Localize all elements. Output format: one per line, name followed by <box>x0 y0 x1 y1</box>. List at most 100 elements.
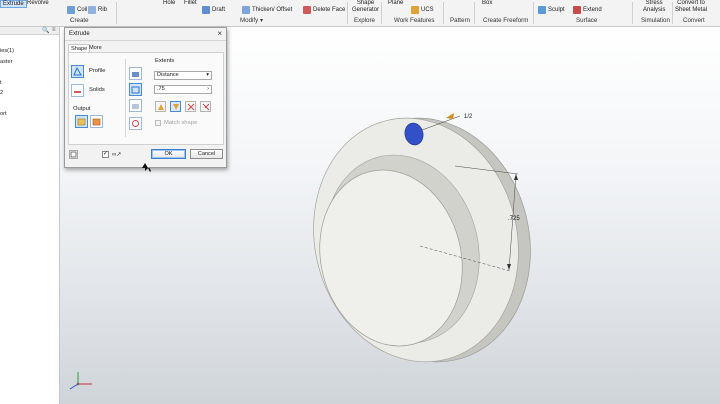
shape-generator-label-1: Shape <box>356 0 375 6</box>
cut-icon <box>131 86 140 94</box>
tab-more[interactable]: More <box>87 44 104 52</box>
search-icon[interactable]: 🔍 <box>42 27 49 34</box>
plane-button[interactable]: Plane <box>388 0 403 6</box>
ucs-label: UCS <box>421 7 434 13</box>
group-convert: Convert <box>683 17 705 24</box>
browser-item[interactable]: aster <box>0 59 12 65</box>
surface-output-icon <box>92 118 101 126</box>
plane-label: Plane <box>388 0 404 6</box>
rib-button[interactable]: Rib <box>88 6 107 14</box>
revolve-label: Revolve <box>27 0 49 6</box>
solids-icon <box>74 91 81 93</box>
group-modify: Modify ▾ <box>240 17 264 24</box>
delete-face-button[interactable]: Delete Face <box>303 6 345 14</box>
extend-label: Extend <box>583 7 602 13</box>
profile-label: Profile <box>89 68 106 74</box>
browser-item[interactable]: 2 <box>0 90 3 96</box>
fillet-button[interactable]: Fillet <box>184 0 197 6</box>
preview-glasses-icon: ∞↗ <box>112 152 122 158</box>
extrude-button[interactable]: Extrude <box>0 0 27 8</box>
convert-label-1: Convert to <box>677 0 705 6</box>
dimension-label-half[interactable]: 1/2 <box>464 114 473 120</box>
direction-flipped-button[interactable] <box>170 101 181 112</box>
output-solid-button[interactable] <box>75 115 88 128</box>
cut-operation-button[interactable] <box>129 83 142 96</box>
join-icon <box>132 72 139 77</box>
dimension-handle[interactable] <box>446 113 454 119</box>
browser-header: 🔍 ≡ <box>0 27 59 35</box>
close-icon[interactable]: × <box>217 29 222 38</box>
hole-button[interactable]: Hole <box>163 0 175 6</box>
match-shape-label: Match shape <box>164 120 198 126</box>
convert-label-2: Sheet Metal <box>675 7 708 13</box>
ribbon-divider <box>632 2 633 24</box>
stress-analysis-button[interactable]: Stress Analysis <box>643 0 665 14</box>
help-icon <box>70 151 77 158</box>
title-divider <box>65 40 226 41</box>
cancel-button[interactable]: Cancel <box>190 149 223 159</box>
hole-label: Hole <box>163 0 176 6</box>
dimension-label-725[interactable]: .725 <box>508 216 520 222</box>
direction-flip-icon <box>172 103 179 110</box>
group-pattern: Pattern <box>450 17 470 24</box>
direction-icon <box>157 103 164 110</box>
browser-item[interactable]: ort <box>0 111 7 117</box>
ucs-button[interactable]: UCS <box>411 6 434 14</box>
sculpt-icon <box>538 6 546 14</box>
join-operation-button[interactable] <box>129 67 142 80</box>
box-button[interactable]: Box <box>482 0 492 6</box>
ribbon-divider <box>381 2 382 24</box>
shape-generator-label-2: Generator <box>352 7 380 13</box>
match-shape-checkbox[interactable] <box>155 120 161 126</box>
sculpt-button[interactable]: Sculpt <box>538 6 565 14</box>
menu-icon[interactable]: ≡ <box>52 27 56 33</box>
new-solid-icon <box>132 120 139 127</box>
coil-button[interactable]: Coil <box>67 6 87 14</box>
output-label: Output <box>73 106 91 112</box>
thicken-icon <box>242 6 250 14</box>
ribbon-divider <box>672 2 673 24</box>
mini-toolbar-arrow-icon[interactable] <box>142 163 148 168</box>
convert-sheet-metal-button[interactable]: Convert to Sheet Metal <box>675 0 707 14</box>
solids-label: Solids <box>89 87 105 93</box>
profile-select-button[interactable] <box>71 65 84 78</box>
draft-label: Draft <box>212 7 226 13</box>
browser-item[interactable]: t <box>0 80 2 86</box>
direction-default-button[interactable] <box>155 101 166 112</box>
group-create: Create <box>70 17 89 24</box>
extrude-label: Extrude <box>3 1 24 7</box>
solid-output-icon <box>77 118 86 126</box>
preview-checkbox[interactable]: ✓ <box>102 151 109 158</box>
distance-value: .75 <box>157 86 165 92</box>
distance-input[interactable]: .75 › <box>154 85 212 94</box>
thicken-offset-button[interactable]: Thicken/ Offset <box>242 6 292 14</box>
browser-item[interactable]: ies(1) <box>0 48 14 54</box>
dimension-arrow <box>514 174 518 180</box>
solids-select-button[interactable] <box>71 84 84 97</box>
intersect-icon <box>132 104 139 109</box>
stress-label-2: Analysis <box>643 7 666 13</box>
extend-button[interactable]: Extend <box>573 6 602 14</box>
draft-button[interactable]: Draft <box>202 6 225 14</box>
new-solid-button[interactable] <box>129 117 142 130</box>
extrude-dialog: Extrude × Shape More Profile Solids Outp… <box>64 27 227 168</box>
revolve-button[interactable]: Revolve <box>27 0 49 6</box>
chevron-right-icon: › <box>207 86 209 92</box>
help-button[interactable] <box>69 150 78 159</box>
view-triad-icon[interactable] <box>69 372 92 390</box>
direction-asymmetric-button[interactable] <box>200 101 211 112</box>
group-simulation: Simulation <box>641 17 670 24</box>
profile-icon <box>73 67 82 76</box>
direction-symmetric-button[interactable] <box>185 101 196 112</box>
ok-button[interactable]: OK <box>151 149 186 159</box>
rib-label: Rib <box>98 7 108 13</box>
output-surface-button[interactable] <box>90 115 103 128</box>
delete-face-label: Delete Face <box>313 7 346 13</box>
coil-label: Coil <box>77 7 88 13</box>
stress-label-1: Stress <box>645 0 663 6</box>
asymmetric-icon <box>202 103 209 110</box>
shape-generator-button[interactable]: Shape Generator <box>352 0 379 14</box>
extents-type-select[interactable]: Distance ▾ <box>154 71 212 80</box>
intersect-operation-button[interactable] <box>129 99 142 112</box>
rib-icon <box>88 6 96 14</box>
